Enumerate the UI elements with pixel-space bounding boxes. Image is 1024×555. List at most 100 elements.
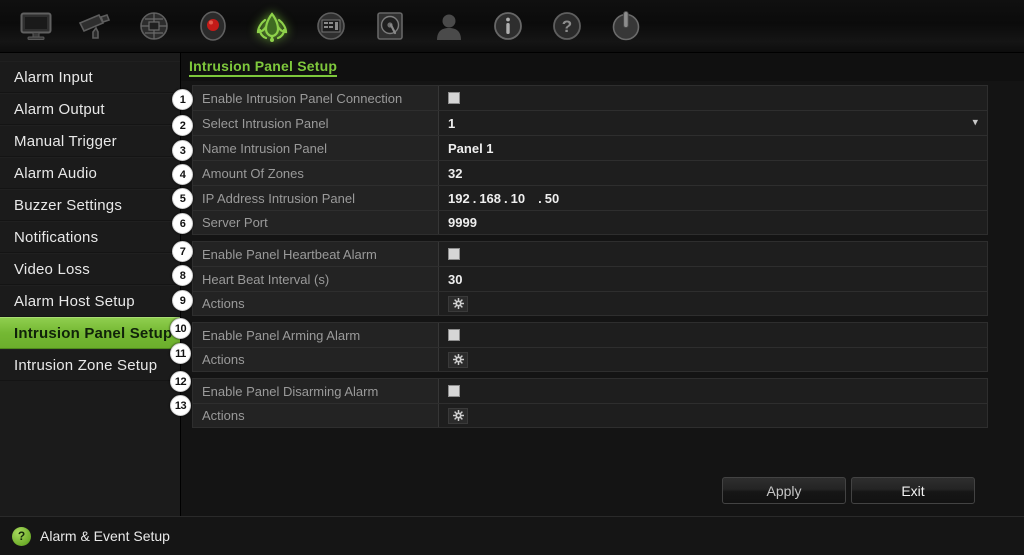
user-icon[interactable]: [419, 3, 478, 49]
label-name-intrusion-panel: Name Intrusion Panel: [193, 136, 439, 160]
row-enable-panel-disarming-alarm: Enable Panel Disarming Alarm: [192, 378, 988, 403]
gear-icon-actions-disarming[interactable]: [448, 407, 468, 424]
callout-badge-11: 11: [170, 343, 191, 364]
label-actions-arming: Actions: [193, 348, 439, 371]
value-enable-panel-heartbeat-alarm: [439, 242, 987, 266]
form-group-arming: Enable Panel Arming Alarm Actions: [192, 322, 988, 372]
row-server-port: Server Port 9999: [192, 210, 988, 235]
row-select-intrusion-panel: Select Intrusion Panel 1 ▾: [192, 110, 988, 135]
gear-icon-actions-heartbeat[interactable]: [448, 295, 468, 312]
help-circle-icon[interactable]: ?: [12, 526, 31, 546]
callout-badge-10: 10: [170, 318, 191, 339]
value-actions-heartbeat: [439, 292, 987, 315]
content-title-bar: Intrusion Panel Setup: [181, 53, 1024, 81]
checkbox-enable-panel-heartbeat-alarm[interactable]: [448, 248, 460, 260]
callout-badge-1: 1: [172, 89, 193, 110]
row-actions-heartbeat: Actions: [192, 291, 988, 316]
action-button-row: Apply Exit: [181, 477, 1024, 507]
row-name-intrusion-panel: Name Intrusion Panel Panel 1: [192, 135, 988, 160]
label-enable-panel-heartbeat-alarm: Enable Panel Heartbeat Alarm: [193, 242, 439, 266]
value-actions-disarming: [439, 404, 987, 427]
network-icon[interactable]: [124, 3, 183, 49]
ip-octet-4[interactable]: 50: [545, 191, 559, 206]
ip-octet-1[interactable]: 192: [448, 191, 470, 206]
power-icon[interactable]: [596, 3, 655, 49]
label-amount-of-zones: Amount Of Zones: [193, 161, 439, 185]
form-group-connection: Enable Intrusion Panel Connection Select…: [192, 85, 988, 235]
value-enable-intrusion-panel-connection: [439, 86, 987, 110]
input-name-intrusion-panel[interactable]: Panel 1: [439, 136, 987, 160]
row-enable-panel-arming-alarm: Enable Panel Arming Alarm: [192, 322, 988, 347]
settings-sidebar: Alarm Input Alarm Output Manual Trigger …: [0, 53, 181, 516]
help-icon[interactable]: ?: [537, 3, 596, 49]
callout-badge-8: 8: [172, 265, 193, 286]
sidebar-item-notifications[interactable]: Notifications: [0, 221, 180, 253]
sidebar-item-buzzer-settings[interactable]: Buzzer Settings: [0, 189, 180, 221]
callout-badge-13: 13: [170, 395, 191, 416]
sidebar-item-intrusion-zone-setup[interactable]: Intrusion Zone Setup: [0, 349, 180, 381]
callout-badge-9: 9: [172, 290, 193, 311]
monitor-icon[interactable]: [6, 3, 65, 49]
hdd-icon[interactable]: [360, 3, 419, 49]
alarm-icon[interactable]: [242, 3, 301, 49]
value-actions-arming: [439, 348, 987, 371]
label-heart-beat-interval: Heart Beat Interval (s): [193, 267, 439, 291]
info-icon[interactable]: [478, 3, 537, 49]
form-group-disarming: Enable Panel Disarming Alarm Actions: [192, 378, 988, 428]
value-enable-panel-disarming-alarm: [439, 379, 987, 403]
ip-dot-1: .: [472, 190, 477, 206]
input-heart-beat-interval[interactable]: 30: [439, 267, 987, 291]
row-enable-panel-heartbeat-alarm: Enable Panel Heartbeat Alarm: [192, 241, 988, 266]
callout-badge-5: 5: [172, 188, 193, 209]
row-actions-disarming: Actions: [192, 403, 988, 428]
input-amount-of-zones[interactable]: 32: [439, 161, 987, 185]
row-amount-of-zones: Amount Of Zones 32: [192, 160, 988, 185]
label-select-intrusion-panel: Select Intrusion Panel: [193, 111, 439, 135]
label-enable-panel-disarming-alarm: Enable Panel Disarming Alarm: [193, 379, 439, 403]
input-ip-address-intrusion-panel[interactable]: 192 . 168 . 10 . 50: [439, 186, 987, 210]
label-actions-heartbeat: Actions: [193, 292, 439, 315]
label-server-port: Server Port: [193, 211, 439, 234]
main-toolbar: ?: [0, 0, 1024, 53]
callout-badge-7: 7: [172, 241, 193, 262]
row-heart-beat-interval: Heart Beat Interval (s) 30: [192, 266, 988, 291]
exit-button[interactable]: Exit: [851, 477, 975, 504]
record-icon[interactable]: [183, 3, 242, 49]
dropdown-select-intrusion-panel[interactable]: 1 ▾: [439, 111, 987, 135]
sidebar-item-intrusion-panel-setup[interactable]: Intrusion Panel Setup: [0, 317, 180, 349]
sidebar-item-alarm-audio[interactable]: Alarm Audio: [0, 157, 180, 189]
ip-octet-2[interactable]: 168: [479, 191, 501, 206]
sidebar-item-video-loss[interactable]: Video Loss: [0, 253, 180, 285]
callout-badge-6: 6: [172, 213, 193, 234]
row-enable-intrusion-panel-connection: Enable Intrusion Panel Connection: [192, 85, 988, 110]
gear-icon-actions-arming[interactable]: [448, 351, 468, 368]
input-server-port[interactable]: 9999: [439, 211, 987, 234]
ip-octet-3[interactable]: 10: [511, 191, 525, 206]
row-actions-arming: Actions: [192, 347, 988, 372]
apply-button[interactable]: Apply: [722, 477, 846, 504]
checkbox-enable-panel-disarming-alarm[interactable]: [448, 385, 460, 397]
label-enable-panel-arming-alarm: Enable Panel Arming Alarm: [193, 323, 439, 347]
value-enable-panel-arming-alarm: [439, 323, 987, 347]
ip-dot-3: .: [538, 190, 542, 206]
sidebar-item-manual-trigger[interactable]: Manual Trigger: [0, 125, 180, 157]
callout-badge-3: 3: [172, 140, 193, 161]
checkbox-enable-panel-arming-alarm[interactable]: [448, 329, 460, 341]
label-ip-address-intrusion-panel: IP Address Intrusion Panel: [193, 186, 439, 210]
sidebar-item-alarm-output[interactable]: Alarm Output: [0, 93, 180, 125]
camera-icon[interactable]: [65, 3, 124, 49]
callout-badge-4: 4: [172, 164, 193, 185]
sidebar-item-alarm-input[interactable]: Alarm Input: [0, 61, 180, 93]
status-bar: ? Alarm & Event Setup: [0, 516, 1024, 555]
status-text: Alarm & Event Setup: [40, 528, 170, 544]
label-enable-intrusion-panel-connection: Enable Intrusion Panel Connection: [193, 86, 439, 110]
sidebar-item-alarm-host-setup[interactable]: Alarm Host Setup: [0, 285, 180, 317]
device-icon[interactable]: [301, 3, 360, 49]
label-actions-disarming: Actions: [193, 404, 439, 427]
chevron-down-icon: ▾: [972, 116, 978, 129]
checkbox-enable-intrusion-panel-connection[interactable]: [448, 92, 460, 104]
device-config-window: ? Alarm Input Alarm Output Manual Trigge…: [0, 0, 1024, 555]
intrusion-panel-form: Enable Intrusion Panel Connection Select…: [192, 85, 988, 434]
row-ip-address-intrusion-panel: IP Address Intrusion Panel 192 . 168 . 1…: [192, 185, 988, 210]
callout-badge-2: 2: [172, 115, 193, 136]
